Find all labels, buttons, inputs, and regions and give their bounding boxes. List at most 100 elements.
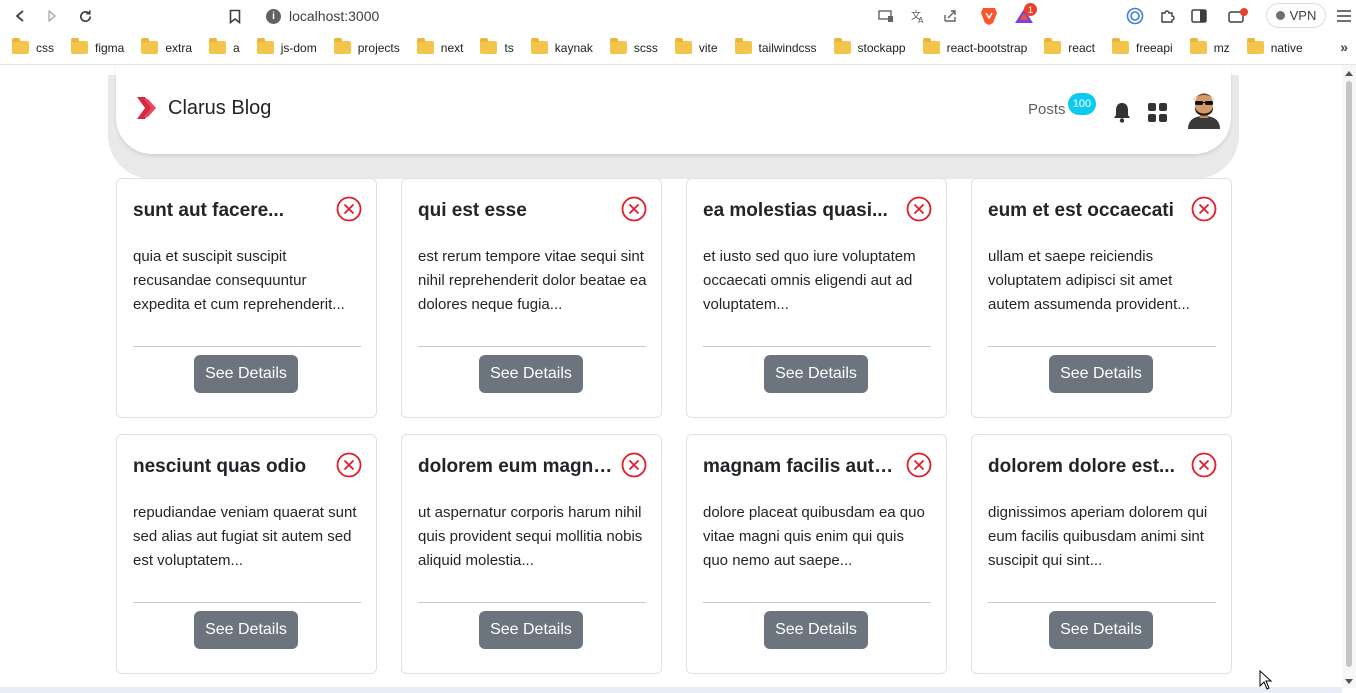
brand[interactable]: Clarus Blog bbox=[136, 95, 271, 121]
see-details-button[interactable]: See Details bbox=[1049, 611, 1153, 649]
scroll-down-arrow-icon[interactable] bbox=[1345, 679, 1353, 684]
delete-post-icon[interactable] bbox=[1191, 196, 1217, 222]
folder-icon bbox=[256, 38, 274, 54]
delete-post-icon[interactable] bbox=[621, 196, 647, 222]
site-info-icon[interactable]: i bbox=[266, 8, 281, 24]
address-bar[interactable]: i localhost:3000 bbox=[266, 6, 379, 26]
browser-toolbar: i localhost:3000 文A 1 VPN bbox=[0, 0, 1356, 32]
bookmark-folder[interactable]: freeapi bbox=[1111, 38, 1173, 55]
card-divider bbox=[133, 602, 361, 603]
folder-icon bbox=[141, 38, 159, 54]
scroll-up-arrow-icon[interactable] bbox=[1345, 71, 1353, 76]
see-details-button[interactable]: See Details bbox=[194, 355, 298, 393]
card-body: est rerum tempore vitae sequi sint nihil… bbox=[418, 248, 647, 313]
bookmark-folder[interactable]: next bbox=[416, 38, 463, 55]
bookmark-folder[interactable]: react-bootstrap bbox=[922, 38, 1027, 55]
delete-post-icon[interactable] bbox=[336, 196, 362, 222]
delete-post-icon[interactable] bbox=[621, 452, 647, 478]
bookmark-folder[interactable]: extra bbox=[141, 38, 192, 55]
vpn-label: VPN bbox=[1289, 8, 1317, 23]
bookmark-folder[interactable]: native bbox=[1246, 38, 1303, 55]
bookmark-folder[interactable]: mz bbox=[1189, 38, 1230, 55]
brave-rewards-icon[interactable]: 1 bbox=[1014, 3, 1037, 26]
bookmark-folder[interactable]: tailwindcss bbox=[734, 38, 817, 55]
bookmark-folder[interactable]: react bbox=[1044, 38, 1095, 55]
wallet-icon[interactable] bbox=[1228, 6, 1248, 26]
bookmark-folder[interactable]: ts bbox=[480, 38, 514, 55]
folder-icon bbox=[1246, 38, 1264, 54]
folder-icon bbox=[480, 38, 498, 54]
bookmark-folder[interactable]: stockapp bbox=[833, 38, 906, 55]
card-title: dolorem eum magni... bbox=[418, 456, 614, 477]
delete-post-icon[interactable] bbox=[906, 196, 932, 222]
apps-grid-icon[interactable] bbox=[1148, 103, 1167, 122]
reload-icon[interactable] bbox=[75, 6, 95, 26]
delete-post-icon[interactable] bbox=[906, 452, 932, 478]
delete-post-icon[interactable] bbox=[336, 452, 362, 478]
see-details-button[interactable]: See Details bbox=[764, 355, 868, 393]
vpn-status-icon bbox=[1275, 11, 1285, 20]
forward-icon[interactable] bbox=[42, 6, 62, 26]
extensions-puzzle-icon[interactable] bbox=[1157, 6, 1177, 26]
vertical-scrollbar[interactable] bbox=[1342, 65, 1356, 688]
translate-icon[interactable]: 文A bbox=[908, 6, 928, 26]
folder-icon bbox=[333, 38, 351, 54]
card-body: ullam et saepe reiciendis voluptatem adi… bbox=[988, 248, 1190, 313]
bookmark-folder[interactable]: js-dom bbox=[256, 38, 317, 55]
folder-icon bbox=[1044, 38, 1062, 54]
card-divider bbox=[703, 346, 931, 347]
bookmark-folder[interactable]: a bbox=[209, 38, 240, 55]
post-card: eum et est occaecati ullam et saepe reic… bbox=[971, 178, 1232, 418]
posts-link[interactable]: Posts bbox=[1028, 101, 1066, 118]
card-title: ea molestias quasi... bbox=[703, 200, 888, 221]
navbar: Clarus Blog Posts 100 bbox=[116, 65, 1231, 154]
bookmark-folder[interactable]: projects bbox=[333, 38, 400, 55]
card-divider bbox=[418, 346, 646, 347]
back-icon[interactable] bbox=[10, 6, 30, 26]
see-details-button[interactable]: See Details bbox=[1049, 355, 1153, 393]
bookmark-folder[interactable]: scss bbox=[609, 38, 658, 55]
brave-shield-icon[interactable] bbox=[979, 6, 999, 26]
bottom-edge bbox=[0, 687, 1342, 693]
card-divider bbox=[988, 346, 1216, 347]
url-text[interactable]: localhost:3000 bbox=[289, 8, 379, 24]
scrollbar-thumb[interactable] bbox=[1346, 81, 1352, 667]
brand-name: Clarus Blog bbox=[168, 96, 272, 119]
bookmark-folder[interactable]: figma bbox=[71, 38, 124, 55]
bookmark-page-icon[interactable] bbox=[225, 6, 245, 26]
post-card: sunt aut facere... quia et suscipit susc… bbox=[116, 178, 377, 418]
bookmark-folder[interactable]: kaynak bbox=[530, 38, 593, 55]
see-details-button[interactable]: See Details bbox=[764, 611, 868, 649]
post-card: dolorem eum magni... ut aspernatur corpo… bbox=[401, 434, 662, 674]
card-body: et iusto sed quo iure voluptatem occaeca… bbox=[703, 248, 916, 313]
sidebar-icon[interactable] bbox=[1189, 6, 1209, 26]
post-card: magnam facilis autem dolore placeat quib… bbox=[686, 434, 947, 674]
folder-icon bbox=[416, 38, 434, 54]
bookmark-folder[interactable]: css bbox=[12, 38, 54, 55]
post-card: nesciunt quas odio repudiandae veniam qu… bbox=[116, 434, 377, 674]
vpn-button[interactable]: VPN bbox=[1266, 3, 1326, 28]
delete-post-icon[interactable] bbox=[1191, 452, 1217, 478]
card-title: eum et est occaecati bbox=[988, 200, 1174, 221]
cast-icon[interactable] bbox=[876, 6, 896, 26]
more-bookmarks-button[interactable]: » bbox=[1340, 39, 1348, 55]
see-details-button[interactable]: See Details bbox=[479, 355, 583, 393]
folder-icon bbox=[530, 38, 548, 54]
see-details-button[interactable]: See Details bbox=[194, 611, 298, 649]
extension-badge: 1 bbox=[1024, 3, 1037, 16]
bookmark-folder[interactable]: vite bbox=[674, 38, 718, 55]
card-title: nesciunt quas odio bbox=[133, 456, 307, 477]
see-details-button[interactable]: See Details bbox=[479, 611, 583, 649]
card-body: ut aspernatur corporis harum nihil quis … bbox=[418, 504, 643, 569]
folder-icon bbox=[1189, 38, 1207, 54]
menu-icon[interactable] bbox=[1334, 6, 1354, 26]
card-title: qui est esse bbox=[418, 200, 527, 221]
card-body: dolore placeat quibusdam ea quo vitae ma… bbox=[703, 504, 925, 569]
share-icon[interactable] bbox=[940, 6, 960, 26]
folder-icon bbox=[833, 38, 851, 54]
card-body: dignissimos aperiam dolorem qui eum faci… bbox=[988, 504, 1208, 569]
wallet-extension-icon[interactable] bbox=[1125, 6, 1145, 26]
bell-icon[interactable] bbox=[1112, 101, 1132, 123]
folder-icon bbox=[12, 38, 29, 54]
user-avatar[interactable] bbox=[1186, 89, 1222, 129]
